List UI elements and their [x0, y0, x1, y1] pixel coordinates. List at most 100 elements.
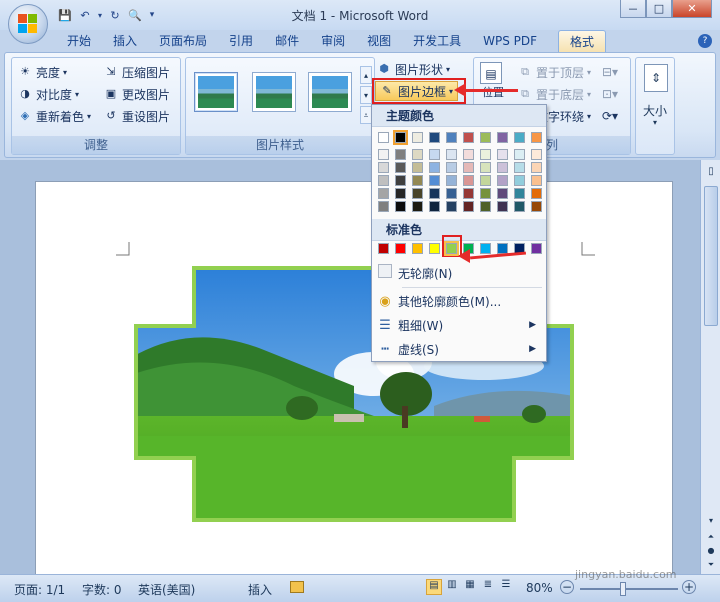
picture-style-thumb-3[interactable] — [308, 72, 352, 112]
tab-format[interactable]: 格式 — [558, 30, 607, 52]
theme-shade-swatch[interactable] — [480, 201, 491, 212]
zoom-slider-thumb[interactable] — [620, 582, 626, 596]
tab-page-layout[interactable]: 页面布局 — [148, 30, 218, 52]
help-icon[interactable]: ? — [698, 34, 712, 48]
theme-color-swatch[interactable] — [497, 132, 508, 143]
theme-shade-swatch[interactable] — [531, 149, 542, 160]
recolor-button[interactable]: ◈ 重新着色 ▾ — [18, 106, 91, 126]
zoom-in-icon[interactable]: + — [682, 580, 696, 594]
theme-color-swatch[interactable] — [429, 132, 440, 143]
zoom-out-icon[interactable]: − — [560, 580, 574, 594]
theme-color-swatch[interactable] — [446, 132, 457, 143]
more-outline-colors-item[interactable]: ◉ 其他轮廓颜色(M)... — [372, 289, 546, 313]
standard-color-swatch[interactable] — [429, 243, 440, 254]
theme-shade-swatch[interactable] — [446, 175, 457, 186]
dashes-item[interactable]: ┅ 虚线(S) ▶ — [372, 337, 546, 361]
size-dropdown-icon[interactable]: ▾ — [636, 118, 674, 127]
theme-shade-swatch[interactable] — [395, 201, 406, 212]
theme-shade-swatch[interactable] — [514, 149, 525, 160]
standard-color-swatch[interactable] — [378, 243, 389, 254]
theme-shade-swatch[interactable] — [480, 188, 491, 199]
theme-shade-swatch[interactable] — [429, 162, 440, 173]
vertical-scrollbar[interactable]: ▯ ▾ ⏶ ● ⏷ — [700, 160, 720, 574]
standard-color-swatch[interactable] — [480, 243, 491, 254]
theme-shade-swatch[interactable] — [497, 201, 508, 212]
group-icon[interactable]: ⊡▾ — [602, 84, 618, 104]
bring-to-front-button[interactable]: ⧉ 置于顶层 ▾ — [518, 62, 591, 82]
styles-scroll-down-icon[interactable]: ▾ — [360, 86, 372, 104]
maximize-button[interactable]: □ — [646, 0, 672, 18]
theme-shade-swatch[interactable] — [497, 188, 508, 199]
tab-references[interactable]: 引用 — [218, 30, 264, 52]
theme-shade-swatch[interactable] — [480, 162, 491, 173]
standard-color-swatch[interactable] — [531, 243, 542, 254]
browse-object-icon[interactable]: ● — [704, 546, 718, 558]
theme-shade-swatch[interactable] — [446, 201, 457, 212]
theme-shade-swatch[interactable] — [514, 175, 525, 186]
theme-shade-swatch[interactable] — [480, 149, 491, 160]
document-page[interactable] — [35, 181, 673, 581]
draft-icon[interactable]: ☰ — [498, 579, 514, 595]
no-outline-item[interactable]: 无轮廓(N) — [372, 261, 546, 285]
theme-shade-swatch[interactable] — [531, 162, 542, 173]
size-label[interactable]: 大小 — [636, 102, 674, 119]
theme-shade-swatch[interactable] — [446, 162, 457, 173]
theme-color-swatch[interactable] — [412, 132, 423, 143]
tab-view[interactable]: 视图 — [356, 30, 402, 52]
theme-shade-swatch[interactable] — [378, 162, 389, 173]
view-buttons[interactable]: ▤ ▥ ▦ ≣ ☰ — [426, 579, 514, 595]
theme-shade-swatch[interactable] — [412, 201, 423, 212]
scrollbar-thumb[interactable] — [704, 186, 718, 326]
word-count[interactable]: 字数: 0 — [82, 581, 122, 598]
theme-shade-swatch[interactable] — [412, 149, 423, 160]
theme-color-swatch[interactable] — [463, 132, 474, 143]
theme-shade-swatch[interactable] — [378, 201, 389, 212]
theme-shade-swatch[interactable] — [395, 162, 406, 173]
change-picture-button[interactable]: ▣ 更改图片 — [104, 84, 170, 104]
align-icon[interactable]: ⊟▾ — [602, 62, 618, 82]
theme-shade-swatch[interactable] — [497, 175, 508, 186]
language-status[interactable]: 英语(美国) — [138, 581, 195, 598]
send-to-back-button[interactable]: ⧉ 置于底层 ▾ — [518, 84, 591, 104]
theme-color-swatch[interactable] — [393, 130, 408, 145]
standard-color-swatch[interactable] — [412, 243, 423, 254]
outline-icon[interactable]: ≣ — [480, 579, 496, 595]
office-button[interactable] — [8, 4, 48, 44]
theme-shade-swatch[interactable] — [378, 149, 389, 160]
theme-shade-swatch[interactable] — [429, 149, 440, 160]
picture-shape-button[interactable]: ⬢ 图片形状 ▾ — [377, 59, 450, 79]
tab-review[interactable]: 审阅 — [310, 30, 356, 52]
tab-insert[interactable]: 插入 — [102, 30, 148, 52]
zoom-level[interactable]: 80% — [526, 581, 553, 595]
theme-shade-swatch[interactable] — [463, 201, 474, 212]
theme-shade-swatch[interactable] — [412, 162, 423, 173]
position-button[interactable]: ▤ 位置 — [478, 62, 508, 106]
theme-color-swatch[interactable] — [531, 132, 542, 143]
theme-shade-swatch[interactable] — [429, 175, 440, 186]
minimize-button[interactable]: － — [620, 0, 646, 18]
theme-shade-swatch[interactable] — [395, 188, 406, 199]
theme-shade-swatch[interactable] — [446, 149, 457, 160]
ruler-toggle-icon[interactable]: ▯ — [704, 166, 718, 180]
scroll-down-icon[interactable]: ▾ — [704, 516, 718, 528]
theme-color-swatch[interactable] — [378, 132, 389, 143]
close-button[interactable]: ✕ — [672, 0, 712, 18]
tab-mailings[interactable]: 邮件 — [264, 30, 310, 52]
weight-item[interactable]: ☰ 粗细(W) ▶ — [372, 313, 546, 337]
zoom-slider[interactable] — [580, 588, 678, 590]
theme-color-swatch[interactable] — [514, 132, 525, 143]
tab-wps-pdf[interactable]: WPS PDF — [472, 30, 548, 52]
theme-shade-swatch[interactable] — [514, 162, 525, 173]
theme-shade-swatch[interactable] — [395, 149, 406, 160]
insert-mode[interactable]: 插入 — [248, 581, 272, 598]
theme-shade-swatch[interactable] — [531, 175, 542, 186]
theme-shade-swatch[interactable] — [497, 149, 508, 160]
macro-icon[interactable] — [290, 581, 304, 593]
print-layout-icon[interactable]: ▤ — [426, 579, 442, 595]
picture-style-thumb-1[interactable] — [194, 72, 238, 112]
picture-style-thumb-2[interactable] — [252, 72, 296, 112]
page-count[interactable]: 页面: 1/1 — [14, 581, 65, 598]
full-screen-reading-icon[interactable]: ▥ — [444, 579, 460, 595]
compress-pictures-button[interactable]: ⇲ 压缩图片 — [104, 62, 170, 82]
contrast-button[interactable]: ◑ 对比度 ▾ — [18, 84, 79, 104]
